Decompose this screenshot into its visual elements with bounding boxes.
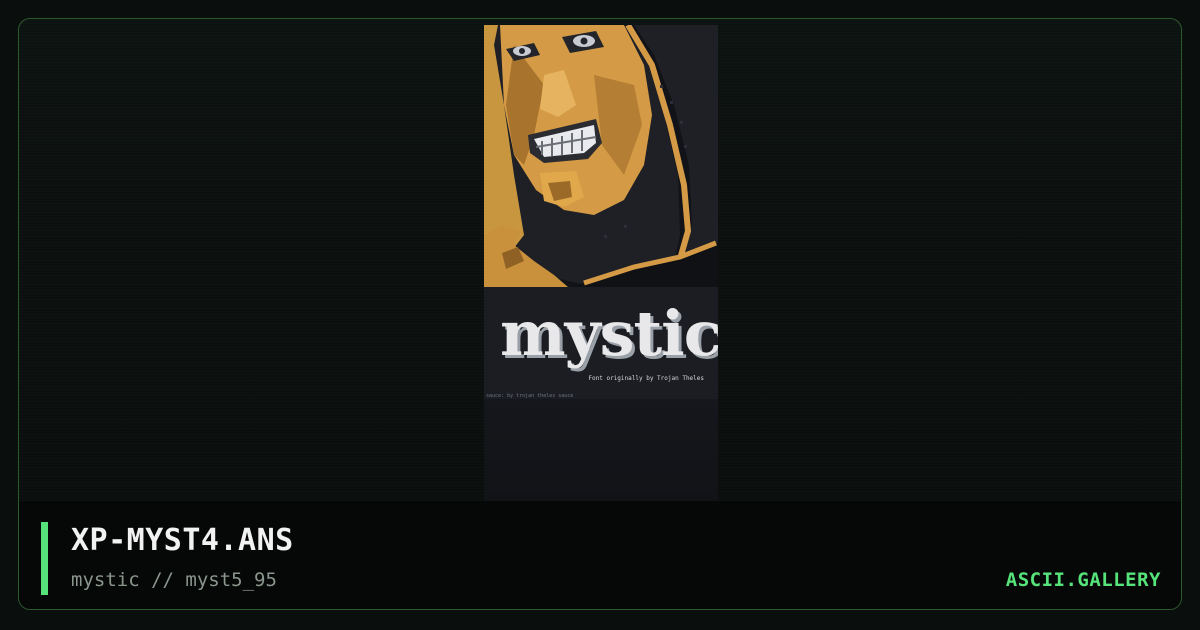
ansi-artwork-preview[interactable]: mystic Font originally by Trojan Theles … bbox=[484, 25, 718, 501]
brand-link[interactable]: ASCII.GALLERY bbox=[1006, 569, 1161, 591]
info-bar: XP-MYST4.ANS mystic // myst5_95 ASCII.GA… bbox=[19, 501, 1181, 609]
card-frame: mystic Font originally by Trojan Theles … bbox=[18, 18, 1182, 610]
accent-bar bbox=[41, 522, 48, 595]
sauce-text: sauce: by trojan theles sauce bbox=[486, 393, 574, 399]
font-credit-text: Font originally by Trojan Theles bbox=[588, 375, 704, 382]
artwork-fade bbox=[484, 399, 718, 501]
mystic-logo-text: mystic bbox=[500, 297, 718, 370]
file-subtitle: mystic // myst5_95 bbox=[71, 569, 277, 591]
file-title: XP-MYST4.ANS bbox=[71, 523, 294, 558]
